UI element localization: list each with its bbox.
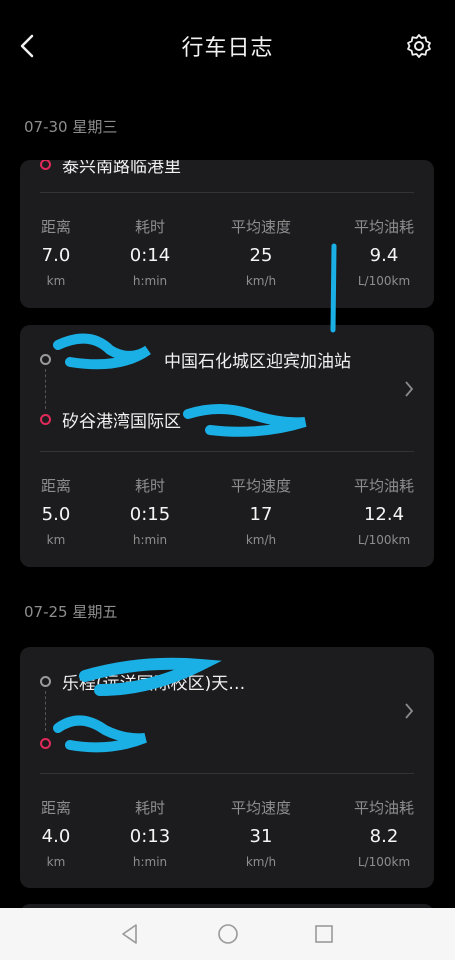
trip-stats: 距离 7.0 km 耗时 0:14 h:min 平均速度 25 km/h 平均油… [20,216,434,306]
stat-avg-speed: 平均速度 17 km/h [209,475,313,547]
route-start: 中国石化城区迎宾加油站 [40,347,394,372]
stat-unit: km/h [245,533,277,547]
stat-distance: 距离 5.0 km [20,475,108,547]
stat-value: 12.4 [363,504,405,525]
stat-value: 8.2 [369,826,399,847]
trip-card[interactable]: 泰兴南路临港里 距离 7.0 km 耗时 0:14 h:min 平均速度 25 … [20,160,434,308]
stat-distance: 距离 7.0 km [20,216,108,288]
chevron-right-icon[interactable] [404,380,414,398]
divider [40,451,414,452]
page-title: 行车日志 [181,36,274,61]
stat-label: 平均速度 [230,477,291,495]
route-end [40,731,394,755]
stat-label: 平均油耗 [353,477,414,495]
stat-value: 0:14 [129,245,171,266]
start-location: 中国石化城区迎宾加油站 [164,352,351,372]
stat-label: 距离 [40,218,71,236]
start-dot-icon [40,676,51,687]
stat-avg-fuel: 平均油耗 9.4 L/100km [332,216,434,288]
stat-unit: L/100km [357,533,411,547]
stat-label: 耗时 [134,799,165,817]
trip-card[interactable]: 中国石化城区迎宾加油站 矽谷港湾国际区 距离 5.0 km 耗时 0:15 h:… [20,325,434,567]
stat-value: 5.0 [41,504,71,525]
divider [40,192,414,193]
stat-avg-fuel: 平均油耗 8.2 L/100km [332,797,434,869]
stat-unit: L/100km [357,855,411,869]
stat-duration: 耗时 0:15 h:min [98,475,202,547]
stat-unit: h:min [132,855,168,869]
stat-value: 0:13 [129,826,171,847]
trip-stats: 距离 4.0 km 耗时 0:13 h:min 平均速度 31 km/h 平均油… [20,797,434,887]
start-location: 乐程(远洋国际校区)天… [62,674,246,694]
route-end: 泰兴南路临港里 [40,160,394,177]
stat-value: 4.0 [41,826,71,847]
stat-value: 31 [249,826,273,847]
divider [40,773,414,774]
stat-duration: 耗时 0:14 h:min [98,216,202,288]
stat-label: 平均速度 [230,218,291,236]
end-location: 矽谷港湾国际区 [62,412,181,432]
system-nav-bar [0,908,455,960]
stat-unit: km [46,855,66,869]
route-start: 乐程(远洋国际校区)天… [40,669,394,694]
stat-unit: km/h [245,855,277,869]
stat-label: 距离 [40,799,71,817]
stat-label: 平均速度 [230,799,291,817]
chevron-right-icon[interactable] [404,702,414,720]
trip-stats: 距离 5.0 km 耗时 0:15 h:min 平均速度 17 km/h 平均油… [20,475,434,565]
gear-icon[interactable] [405,32,433,60]
stat-unit: h:min [132,274,168,288]
route-connector [45,691,46,731]
stat-label: 距离 [40,477,71,495]
trip-card[interactable]: 乐程(远洋国际校区)天… 距离 4.0 km 耗时 0:13 h:min 平均速… [20,647,434,888]
nav-recents-icon[interactable] [312,922,336,946]
stat-avg-fuel: 平均油耗 12.4 L/100km [332,475,434,547]
stat-unit: L/100km [357,274,411,288]
end-dot-icon [40,414,51,425]
route-end: 矽谷港湾国际区 [40,407,394,432]
stat-label: 耗时 [134,218,165,236]
stat-value: 0:15 [129,504,171,525]
stat-unit: km [46,533,66,547]
stat-duration: 耗时 0:13 h:min [98,797,202,869]
stat-avg-speed: 平均速度 31 km/h [209,797,313,869]
section-date: 07-25 星期五 [24,603,118,621]
stat-unit: km/h [245,274,277,288]
stat-value: 17 [249,504,273,525]
stat-value: 7.0 [41,245,71,266]
stat-label: 平均油耗 [353,218,414,236]
stat-label: 耗时 [134,477,165,495]
end-dot-icon [40,738,51,749]
section-date: 07-30 星期三 [24,118,118,136]
nav-home-icon[interactable] [216,922,240,946]
stat-label: 平均油耗 [353,799,414,817]
stat-unit: h:min [132,533,168,547]
start-dot-icon [40,354,51,365]
stat-avg-speed: 平均速度 25 km/h [209,216,313,288]
stat-distance: 距离 4.0 km [20,797,108,869]
stat-unit: km [46,274,66,288]
route-connector [45,369,46,409]
end-dot-icon [40,160,51,170]
end-location: 泰兴南路临港里 [62,160,181,177]
nav-back-icon[interactable] [118,922,142,946]
app-header: 行车日志 [0,0,455,92]
stat-value: 9.4 [369,245,399,266]
stat-value: 25 [249,245,273,266]
